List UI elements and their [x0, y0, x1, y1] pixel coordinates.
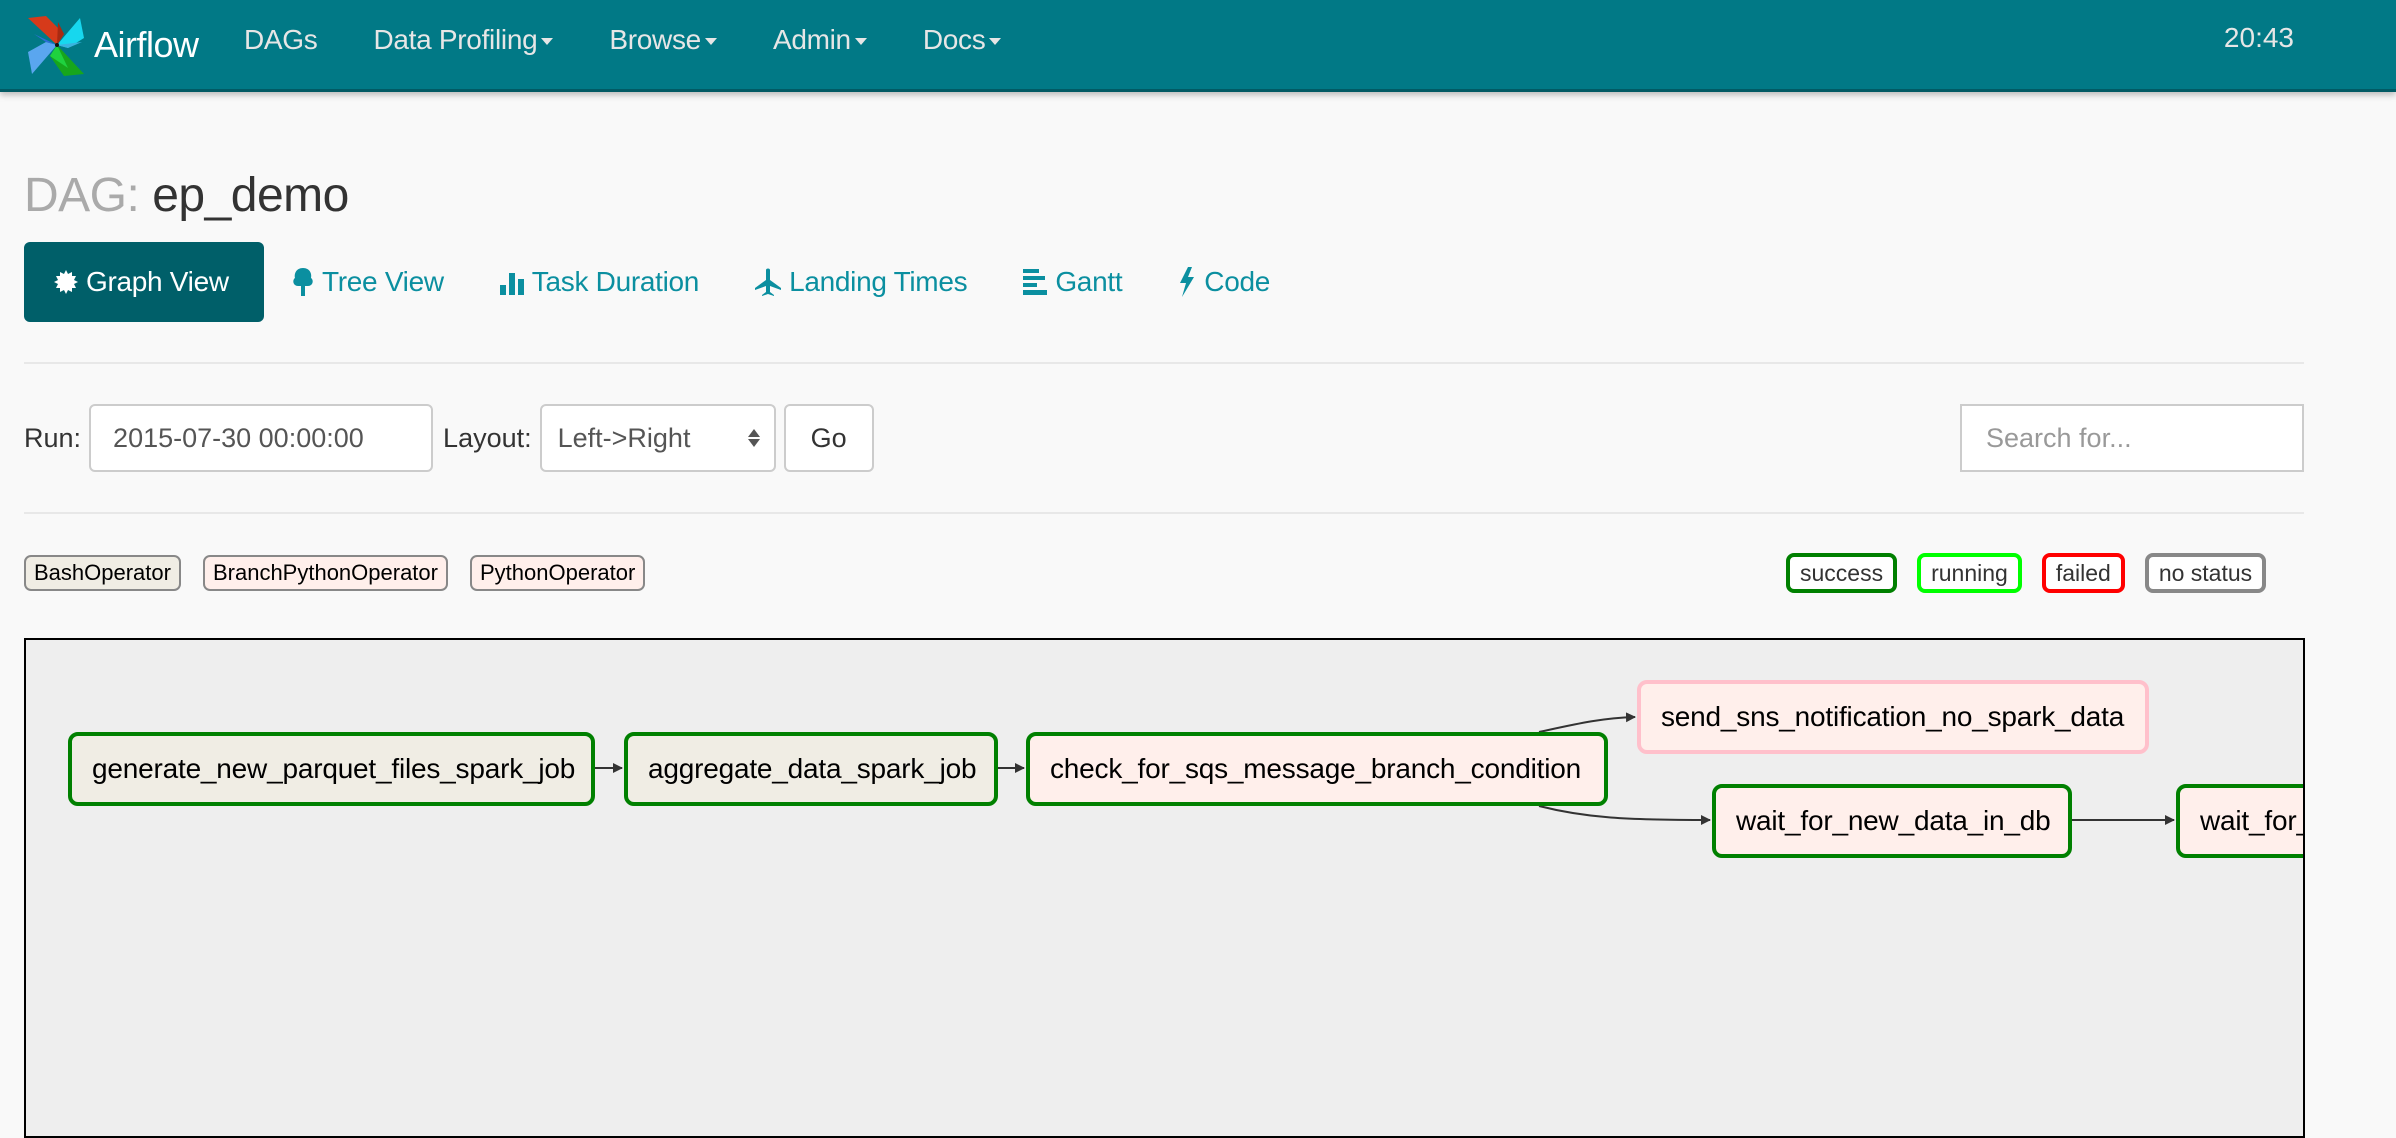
tab-label: Task Duration: [531, 266, 700, 297]
nav-menu: DAGs Data Profiling Browse Admin Docs: [244, 0, 1057, 80]
tab-task-duration[interactable]: Task Duration: [472, 242, 727, 322]
task-node-label: wait_for_: [2200, 805, 2305, 836]
run-value: 2015-07-30 00:00:00: [113, 422, 364, 453]
operator-badge-bash: BashOperator: [24, 555, 181, 591]
flash-icon: [1180, 267, 1195, 297]
tree-icon: [293, 268, 313, 296]
layout-label: Layout:: [443, 422, 532, 453]
caret-down-icon: [989, 38, 1002, 45]
task-node-label: generate_new_parquet_files_spark_job: [92, 753, 576, 784]
operator-badge-python: PythonOperator: [470, 555, 646, 591]
tab-gantt[interactable]: Gantt: [995, 242, 1150, 322]
run-select[interactable]: 2015-07-30 00:00:00: [89, 404, 434, 472]
tab-label: Gantt: [1055, 266, 1123, 297]
dag-id: ep_demo: [152, 169, 349, 222]
operator-legend: BashOperator BranchPythonOperator Python…: [24, 554, 667, 592]
certificate-icon: [54, 270, 78, 294]
nav-item-docs[interactable]: Docs: [923, 24, 1002, 56]
divider: [24, 512, 2304, 514]
search-input[interactable]: [1960, 404, 2304, 472]
page-title: DAG: ep_demo: [24, 168, 349, 223]
go-button[interactable]: Go: [783, 404, 874, 472]
task-node-label: wait_for_new_data_in_db: [1736, 805, 2051, 836]
caret-down-icon: [541, 38, 554, 45]
brand-logo-link[interactable]: Airflow: [24, 8, 199, 82]
tab-label: Code: [1204, 266, 1271, 297]
nav-item-dags[interactable]: DAGs: [244, 24, 318, 56]
operator-badge-branch-python: BranchPythonOperator: [202, 555, 448, 591]
task-node[interactable]: send_sns_notification_no_spark_data: [1637, 680, 2149, 754]
brand-name: Airflow: [94, 24, 199, 65]
divider: [24, 362, 2304, 364]
run-label: Run:: [24, 422, 82, 453]
nav-item-label: DAGs: [244, 24, 318, 55]
edge-check-to-send-sns: [1538, 712, 1636, 733]
tab-label: Landing Times: [789, 266, 968, 297]
task-node[interactable]: wait_for_new_data_in_db: [1712, 784, 2072, 858]
task-node[interactable]: wait_for_: [2176, 784, 2305, 858]
tab-landing-times[interactable]: Landing Times: [727, 242, 995, 322]
tab-label: Tree View: [322, 266, 444, 297]
tab-tree-view[interactable]: Tree View: [264, 242, 472, 322]
nav-item-browse[interactable]: Browse: [609, 24, 717, 56]
nav-item-admin[interactable]: Admin: [773, 24, 867, 56]
caret-down-icon: [704, 38, 717, 45]
layout-select[interactable]: Left->Right: [539, 404, 776, 472]
utc-clock: 20:43: [2223, 22, 2294, 53]
top-navbar: Airflow DAGs Data Profiling Browse Admin…: [0, 0, 2396, 92]
dag-graph-canvas[interactable]: generate_new_parquet_files_spark_job agg…: [24, 638, 2305, 1138]
tab-code[interactable]: Code: [1150, 242, 1298, 322]
nav-item-label: Admin: [772, 24, 851, 55]
nav-item-label: Docs: [922, 24, 986, 55]
layout-value: Left->Right: [557, 422, 691, 453]
tab-graph-view[interactable]: Graph View: [24, 242, 264, 322]
dag-view-tabs: Graph View Tree View Task Duration Landi…: [24, 242, 1298, 322]
status-legend: success running failed no status: [1786, 553, 2286, 593]
plane-icon: [755, 268, 782, 296]
status-badge-no-status[interactable]: no status: [2144, 553, 2267, 593]
status-badge-failed[interactable]: failed: [2041, 553, 2125, 593]
status-badge-running[interactable]: running: [1917, 553, 2022, 593]
task-node-label: aggregate_data_spark_job: [648, 753, 977, 784]
task-node[interactable]: generate_new_parquet_files_spark_job: [68, 732, 595, 806]
bar-chart-icon: [499, 273, 524, 295]
task-node[interactable]: check_for_sqs_message_branch_condition: [1026, 732, 1608, 806]
edge-check-to-wait-db: [1538, 805, 1711, 825]
nav-item-label: Browse: [609, 24, 701, 55]
title-prefix: DAG:: [24, 169, 140, 222]
task-node-label: check_for_sqs_message_branch_condition: [1050, 753, 1581, 784]
select-arrows-icon: [747, 429, 760, 447]
status-badge-success[interactable]: success: [1786, 553, 1898, 593]
caret-down-icon: [854, 38, 867, 45]
align-left-icon: [1023, 269, 1048, 295]
airflow-pinwheel-icon: [28, 16, 84, 76]
task-node-label: send_sns_notification_no_spark_data: [1661, 701, 2125, 732]
task-node[interactable]: aggregate_data_spark_job: [624, 732, 998, 806]
tab-label: Graph View: [86, 266, 229, 297]
nav-item-label: Data Profiling: [373, 24, 538, 55]
nav-item-data-profiling[interactable]: Data Profiling: [373, 24, 554, 56]
